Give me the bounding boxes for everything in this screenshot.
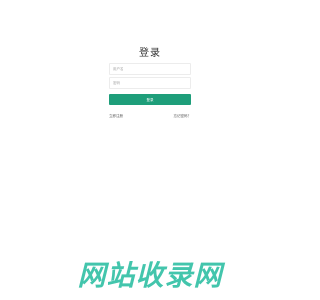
- password-input[interactable]: [109, 77, 191, 89]
- login-button[interactable]: 登录: [109, 94, 191, 105]
- watermark-logo: 网站收录网: [77, 259, 223, 292]
- forgot-password-link[interactable]: 忘记密码？: [174, 114, 192, 119]
- page-title: 登录: [139, 48, 161, 59]
- register-link[interactable]: 立即注册: [109, 114, 123, 119]
- username-input[interactable]: [109, 63, 191, 75]
- login-page: 登录 登录 立即注册 忘记密码？ 网站收录网: [0, 0, 300, 300]
